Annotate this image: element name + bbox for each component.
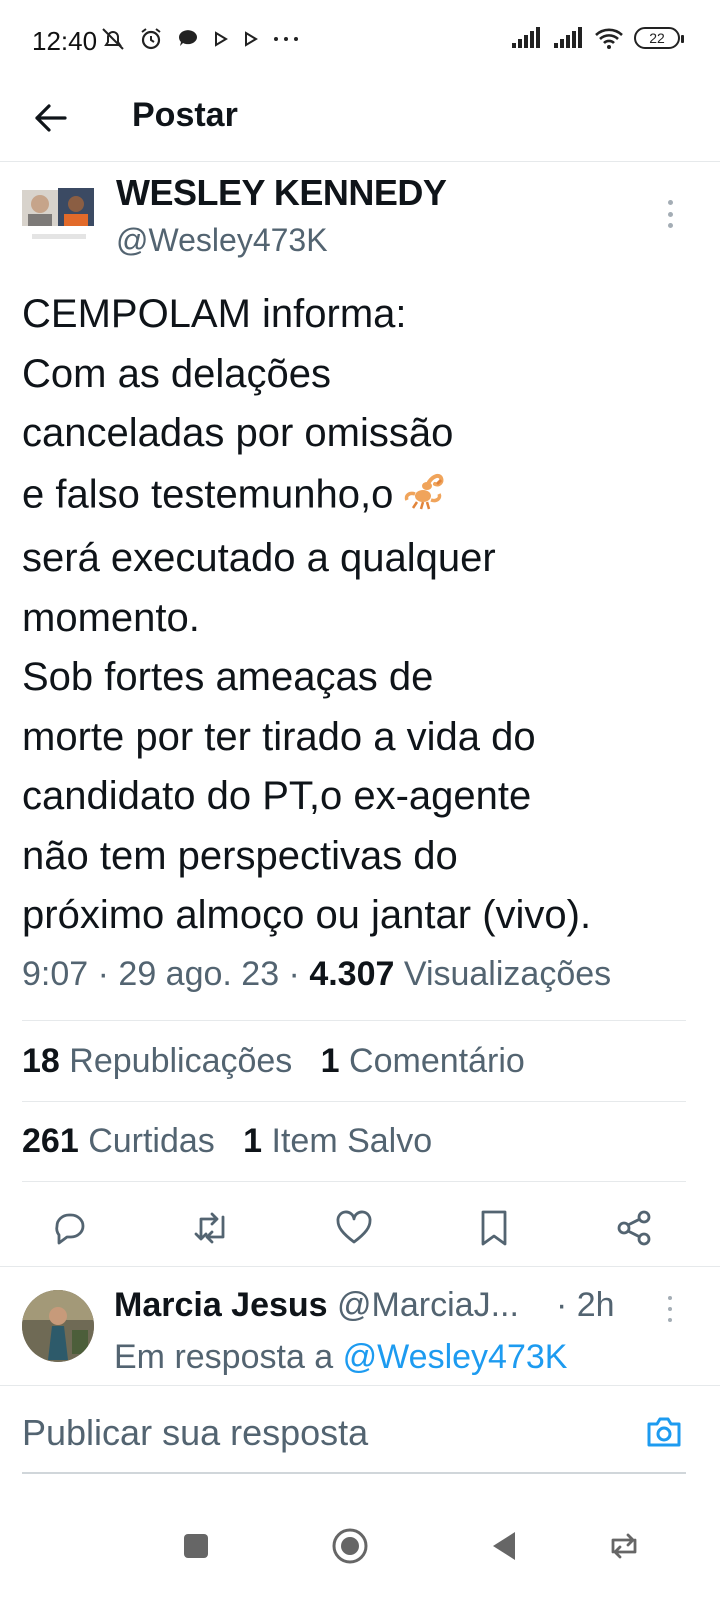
tweet-text: CEMPOLAM informa: Com as delações cancel… (22, 285, 702, 946)
notification-icons (100, 26, 300, 52)
bookmark-icon[interactable] (470, 1204, 518, 1252)
tweet-line: não tem perspectivas do (22, 833, 458, 878)
muted-bell-icon (102, 28, 124, 50)
comments-stat[interactable]: 1 Comentário (321, 1042, 525, 1080)
saves-stat[interactable]: 1 Item Salvo (243, 1122, 432, 1160)
tweet-date: 29 ago. 23 (118, 955, 280, 993)
like-icon[interactable] (330, 1204, 378, 1252)
camera-icon[interactable] (642, 1410, 686, 1454)
views-count: 4.307 (309, 955, 395, 993)
system-status: 22 (510, 26, 684, 50)
author-name[interactable]: WESLEY KENNEDY (116, 172, 447, 214)
likes-label: Curtidas (88, 1122, 215, 1160)
divider (22, 1181, 686, 1182)
reply-icon[interactable] (46, 1204, 94, 1252)
reposts-label: Republicações (69, 1042, 293, 1080)
views-label[interactable]: Visualizações (404, 955, 611, 993)
saves-count: 1 (243, 1122, 263, 1160)
reply-time: · 2h (556, 1286, 615, 1324)
tweet-line: e falso testemunho,o (22, 471, 394, 516)
divider (22, 1101, 686, 1102)
repost-icon[interactable] (188, 1204, 236, 1252)
reply-author-name[interactable]: Marcia Jesus (114, 1286, 328, 1324)
reposts-count: 18 (22, 1042, 60, 1080)
tweet-actions (0, 1200, 720, 1260)
rotate-icon[interactable] (596, 1518, 652, 1574)
battery-level: 22 (649, 30, 665, 46)
play-icon (215, 31, 228, 47)
tweet-time: 9:07 (22, 955, 89, 993)
tweet-line: próximo almoço ou jantar (vivo). (22, 893, 592, 937)
status-time: 12:40 (32, 26, 98, 56)
back-arrow-icon (35, 104, 67, 132)
chat-bubble-icon (178, 30, 197, 46)
likes-count: 261 (22, 1122, 79, 1160)
tweet-line: Sob fortes ameaças de (22, 655, 434, 699)
author-handle[interactable]: @Wesley473K (116, 222, 328, 259)
reply-to-mention[interactable]: @Wesley473K (343, 1338, 568, 1376)
section-divider (0, 1266, 720, 1267)
reply-to-label: Em resposta a (114, 1338, 334, 1376)
reply-input[interactable]: Publicar sua resposta (22, 1412, 368, 1454)
stats-row-2: 261 Curtidas 1 Item Salvo (22, 1122, 432, 1161)
tweet-line: será executado a qualquer (22, 536, 496, 580)
share-icon[interactable] (610, 1204, 658, 1252)
reply-more-options-icon[interactable] (662, 1294, 678, 1324)
reposts-stat[interactable]: 18 Republicações (22, 1042, 292, 1080)
likes-stat[interactable]: 261 Curtidas (22, 1122, 215, 1160)
reply-author-handle[interactable]: @MarciaJ... (337, 1286, 519, 1324)
compose-divider (0, 1385, 720, 1386)
tweet-line: morte por ter tirado a vida do (22, 714, 536, 759)
back-triangle-icon[interactable] (476, 1518, 532, 1574)
back-button[interactable] (28, 96, 72, 140)
comments-label: Comentário (349, 1042, 525, 1080)
reply-header: Marcia Jesus @MarciaJ... (114, 1286, 519, 1325)
reply-avatar[interactable] (22, 1290, 94, 1362)
comments-count: 1 (320, 1042, 340, 1080)
system-nav-bar (0, 1488, 720, 1600)
stats-row-1: 18 Republicações 1 Comentário (22, 1042, 525, 1081)
status-bar: 12:40 22 (0, 0, 720, 80)
alarm-icon (141, 28, 161, 50)
more-dots-icon (274, 37, 298, 41)
wifi-icon (595, 28, 623, 49)
page-title: Postar (132, 96, 238, 134)
saves-label: Item Salvo (271, 1122, 433, 1160)
author-avatar[interactable] (22, 184, 96, 248)
recents-square-icon[interactable] (168, 1518, 224, 1574)
signal-icon-2 (554, 27, 582, 48)
more-options-icon[interactable] (660, 196, 680, 232)
top-bar: Postar (0, 80, 720, 162)
tweet-line: Com as delações (22, 351, 332, 396)
scorpion-icon (401, 464, 449, 530)
tweet-line: canceladas por omissão (22, 411, 454, 455)
tweet-line: momento. (22, 595, 200, 640)
reply-to-line: Em resposta a @Wesley473K (114, 1338, 567, 1377)
tweet-line: CEMPOLAM informa: (22, 292, 407, 336)
battery-icon: 22 (634, 27, 684, 49)
reply-composer[interactable]: Publicar sua resposta (22, 1400, 686, 1474)
tweet-line-with-emoji: e falso testemunho,o (22, 464, 702, 530)
signal-icon (512, 27, 540, 48)
tweet-line: candidato do PT,o ex-agente (22, 774, 532, 818)
play-icon-2 (245, 31, 258, 47)
divider (22, 1020, 686, 1021)
tweet-meta: 9:07 · 29 ago. 23 · 4.307 Visualizações (22, 955, 612, 993)
home-circle-icon[interactable] (322, 1518, 378, 1574)
